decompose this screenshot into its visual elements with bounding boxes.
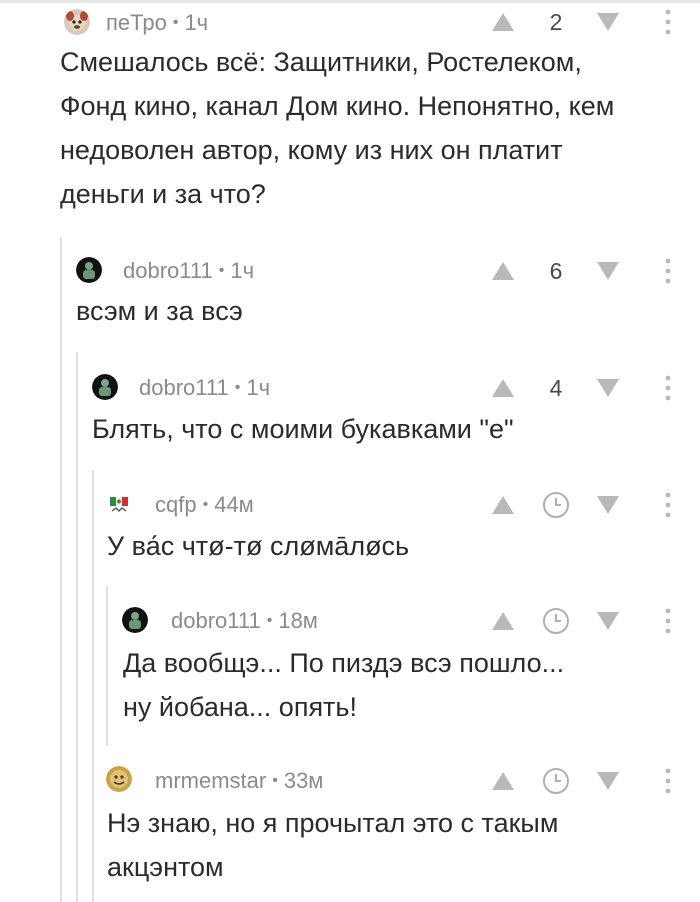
comment-author[interactable]: mrmemstar <box>155 768 266 794</box>
comment-time: 18м <box>278 608 318 633</box>
clock-icon <box>543 768 569 794</box>
comment-time: 44м <box>214 492 254 517</box>
comment-text-line: Нэ знаю, но я прочытал это с такым <box>107 808 559 838</box>
arrow-up-icon[interactable] <box>491 611 515 631</box>
rating-value: 4 <box>549 375 563 401</box>
comment-text: всэм и за всэ <box>76 289 676 333</box>
comment-time: 1ч <box>230 258 255 283</box>
avatar[interactable] <box>76 257 102 283</box>
arrow-down-icon[interactable] <box>596 611 620 631</box>
meta-separator: • <box>272 772 278 789</box>
comment-text: Да вообщэ... По пиздэ всэ пошло... ну йо… <box>123 641 683 729</box>
comment-text: Смешалось всё: Защитники, Ростелеком, Фо… <box>60 40 690 216</box>
meta-separator: • <box>202 496 209 513</box>
clock-icon <box>543 492 569 518</box>
arrow-up-icon[interactable] <box>491 378 515 398</box>
arrow-up-icon[interactable] <box>491 771 515 791</box>
rating-value: 2 <box>549 9 563 35</box>
comment-time: 1ч <box>184 10 209 35</box>
meta-separator: • <box>266 612 273 629</box>
more-vertical-icon[interactable] <box>664 608 672 634</box>
avatar[interactable] <box>64 9 90 35</box>
comment-author[interactable]: dobro111 <box>139 375 229 401</box>
arrow-up-icon[interactable] <box>491 495 515 515</box>
thread-line-level-4b <box>106 586 108 746</box>
arrow-down-icon[interactable] <box>596 771 620 791</box>
avatar[interactable] <box>106 491 132 517</box>
comment-text-line: Фонд кино, канал Дом кино. Непонятно, ке… <box>60 91 615 121</box>
thread-line-level-2 <box>76 352 78 902</box>
comment-author[interactable]: cqfp <box>155 492 197 518</box>
more-vertical-icon[interactable] <box>664 9 672 35</box>
meta-separator: • <box>234 379 241 396</box>
thread-line-level-1 <box>60 237 62 902</box>
more-vertical-icon[interactable] <box>664 258 672 284</box>
comment-text-line: Да вообщэ... По пиздэ всэ пошло... <box>123 648 565 678</box>
comment-text-line: акцэнтом <box>107 852 224 882</box>
more-vertical-icon[interactable] <box>664 375 672 401</box>
comment-text-line: деньги и за что? <box>60 179 266 209</box>
thread-line-level-3 <box>92 470 94 902</box>
comment-author[interactable]: dobro111 <box>123 258 213 284</box>
comment-text-line: недоволен автор, кому из них он платит <box>60 135 563 165</box>
rating-value: 6 <box>549 258 563 284</box>
avatar[interactable] <box>92 374 118 400</box>
comment-author[interactable]: dobro111 <box>171 608 261 634</box>
arrow-up-icon[interactable] <box>491 261 515 281</box>
meta-separator: • <box>218 262 225 279</box>
avatar[interactable] <box>122 607 148 633</box>
arrow-down-icon[interactable] <box>596 12 620 32</box>
comment-author[interactable]: пеТро <box>106 10 167 36</box>
comment-text: Блять, что с моими букавками "е" <box>92 407 682 451</box>
arrow-down-icon[interactable] <box>596 378 620 398</box>
avatar[interactable] <box>106 766 132 792</box>
comment-time: 33м <box>283 768 324 793</box>
more-vertical-icon[interactable] <box>664 492 672 518</box>
comment-text-line: У ва́с чтø-тø слøма̄лøсь <box>107 531 410 561</box>
arrow-down-icon[interactable] <box>596 495 620 515</box>
meta-separator: • <box>172 14 179 31</box>
comment-text-line: Смешалось всё: Защитники, Ростелеком, <box>60 47 582 77</box>
comment-text: У ва́с чтø-тø слøма̄лøсь <box>107 524 687 568</box>
comment-text-line: Блять, что с моими букавками "е" <box>92 414 514 444</box>
clock-icon <box>543 608 569 634</box>
top-divider <box>0 0 700 3</box>
arrow-up-icon[interactable] <box>491 12 515 32</box>
more-vertical-icon[interactable] <box>664 768 672 794</box>
comment-text-line: всэм и за всэ <box>76 296 243 326</box>
comment-text-line: ну йобана... опять! <box>123 692 357 722</box>
comment-time: 1ч <box>246 375 271 400</box>
comment-text: Нэ знаю, но я прочытал это с такым акцэн… <box>107 801 687 889</box>
arrow-down-icon[interactable] <box>596 261 620 281</box>
